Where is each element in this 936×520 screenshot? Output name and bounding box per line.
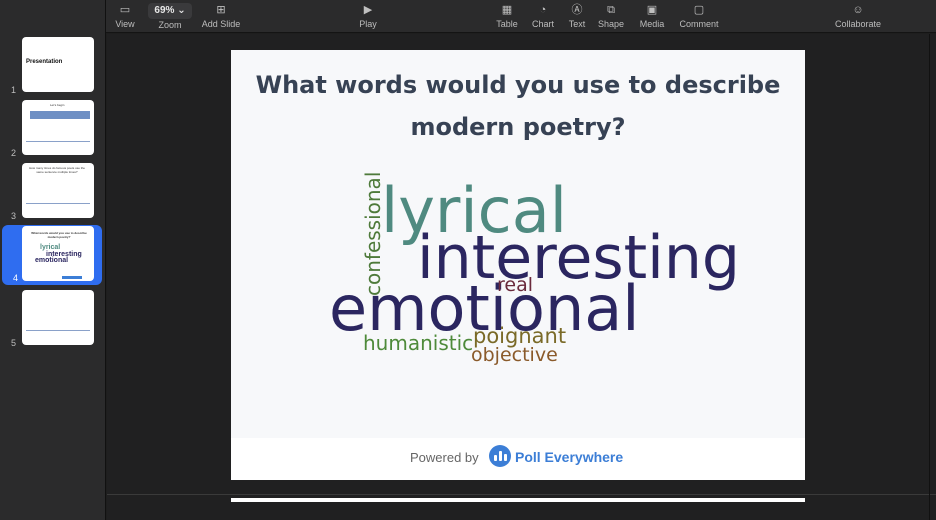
- chevron-down-icon: ⌄: [177, 5, 186, 16]
- slide-number: 5: [11, 338, 17, 348]
- table-button[interactable]: ▦ Table: [493, 0, 521, 33]
- powered-by-text: Powered by: [410, 450, 479, 465]
- slide-number: 4: [13, 273, 19, 283]
- chart-button[interactable]: ◔ Chart: [529, 0, 557, 33]
- zoom-label: Zoom: [158, 20, 182, 30]
- preview-word: emotional: [35, 257, 69, 264]
- preview-logo: [62, 276, 82, 279]
- preview-word: lyrical: [40, 244, 61, 251]
- view-label: View: [115, 19, 135, 29]
- slide-navigator: 1 Presentation 2 Let's begin 3 How many …: [0, 0, 106, 520]
- slide-footer: Powered by Poll Everywhere: [231, 438, 805, 480]
- media-icon: ▣: [646, 4, 658, 16]
- slide-preview-title: What words would you use to describe mod…: [31, 231, 87, 239]
- comment-icon: ▢: [693, 4, 705, 16]
- slide-canvas[interactable]: What words would you use to describe mod…: [107, 34, 936, 520]
- text-label: Text: [568, 19, 586, 29]
- preview-line: [26, 203, 90, 204]
- table-label: Table: [496, 19, 518, 29]
- comment-label: Comment: [679, 19, 719, 29]
- current-slide[interactable]: What words would you use to describe mod…: [231, 50, 805, 480]
- next-slide-edge: [231, 498, 805, 502]
- play-button[interactable]: ▶ Play: [356, 0, 380, 33]
- sidebar-icon: ▭: [119, 4, 131, 16]
- chart-label: Chart: [531, 19, 554, 29]
- media-button[interactable]: ▣ Media: [636, 0, 668, 33]
- slide-number: 2: [11, 148, 17, 158]
- toolbar: ▭ View 69% ⌄ Zoom ⊞ Add Slide ▶ Play ▦ T…: [106, 0, 936, 33]
- word-confessional: confessional: [361, 171, 385, 296]
- slide-thumbnail-3[interactable]: 3 How many times do famous poets use the…: [0, 163, 106, 223]
- zoom-control[interactable]: 69% ⌄ Zoom: [148, 0, 192, 33]
- canvas-edge: [929, 34, 930, 520]
- chart-icon: ◔: [539, 4, 547, 16]
- text-box-icon: Ⓐ: [571, 4, 583, 16]
- slide-preview-title: Presentation: [26, 59, 63, 65]
- slide-number: 1: [11, 85, 17, 95]
- add-slide-label: Add Slide: [201, 19, 241, 29]
- slide-preview: Let's begin: [22, 100, 94, 155]
- zoom-select[interactable]: 69% ⌄: [148, 3, 192, 19]
- slide-preview: [22, 290, 94, 345]
- slide-thumbnail-5[interactable]: 5: [0, 290, 106, 350]
- slide-thumbnail-2[interactable]: 2 Let's begin: [0, 100, 106, 160]
- slide-preview-title: How many times do famous poets use the s…: [29, 166, 85, 174]
- slide-thumbnail-1[interactable]: 1 Presentation: [0, 37, 106, 97]
- slide-preview: How many times do famous poets use the s…: [22, 163, 94, 218]
- slide-title-line-2: modern poetry?: [410, 113, 626, 141]
- word-real: real: [497, 274, 534, 296]
- collaborate-label: Collaborate: [834, 19, 882, 29]
- slide-preview: Presentation: [22, 37, 94, 92]
- preview-line: [26, 141, 90, 142]
- add-slide-button[interactable]: ⊞ Add Slide: [198, 0, 244, 33]
- zoom-value: 69%: [154, 5, 175, 16]
- slide-number: 3: [11, 211, 17, 221]
- table-icon: ▦: [501, 4, 513, 16]
- shape-label: Shape: [597, 19, 625, 29]
- play-label: Play: [359, 19, 377, 29]
- poll-everywhere-logo-icon: [489, 445, 511, 467]
- brand-name: Poll Everywhere: [515, 449, 624, 465]
- slide-preview: What words would you use to describe mod…: [22, 226, 94, 281]
- word-humanistic: humanistic: [363, 331, 474, 355]
- media-label: Media: [639, 19, 665, 29]
- preview-bar: [30, 111, 90, 119]
- shape-button[interactable]: ⧉ Shape: [596, 0, 626, 33]
- word-objective: objective: [471, 344, 558, 366]
- slide-thumbnail-4[interactable]: 4 What words would you use to describe m…: [2, 225, 102, 285]
- add-slide-icon: ⊞: [216, 4, 226, 16]
- play-icon: ▶: [363, 4, 373, 16]
- slide-preview-title: Let's begin: [50, 103, 65, 107]
- comment-button[interactable]: ▢ Comment: [676, 0, 722, 33]
- collaborate-button[interactable]: ☺ Collaborate: [832, 0, 884, 33]
- slide-title-line-1: What words would you use to describe: [255, 71, 781, 99]
- slide-title[interactable]: What words would you use to describe mod…: [231, 64, 805, 148]
- preview-line: [26, 330, 90, 331]
- collaborate-icon: ☺: [852, 4, 864, 16]
- shape-icon: ⧉: [607, 4, 615, 16]
- view-button[interactable]: ▭ View: [112, 0, 138, 33]
- text-button[interactable]: Ⓐ Text: [565, 0, 589, 33]
- divider: [107, 494, 936, 495]
